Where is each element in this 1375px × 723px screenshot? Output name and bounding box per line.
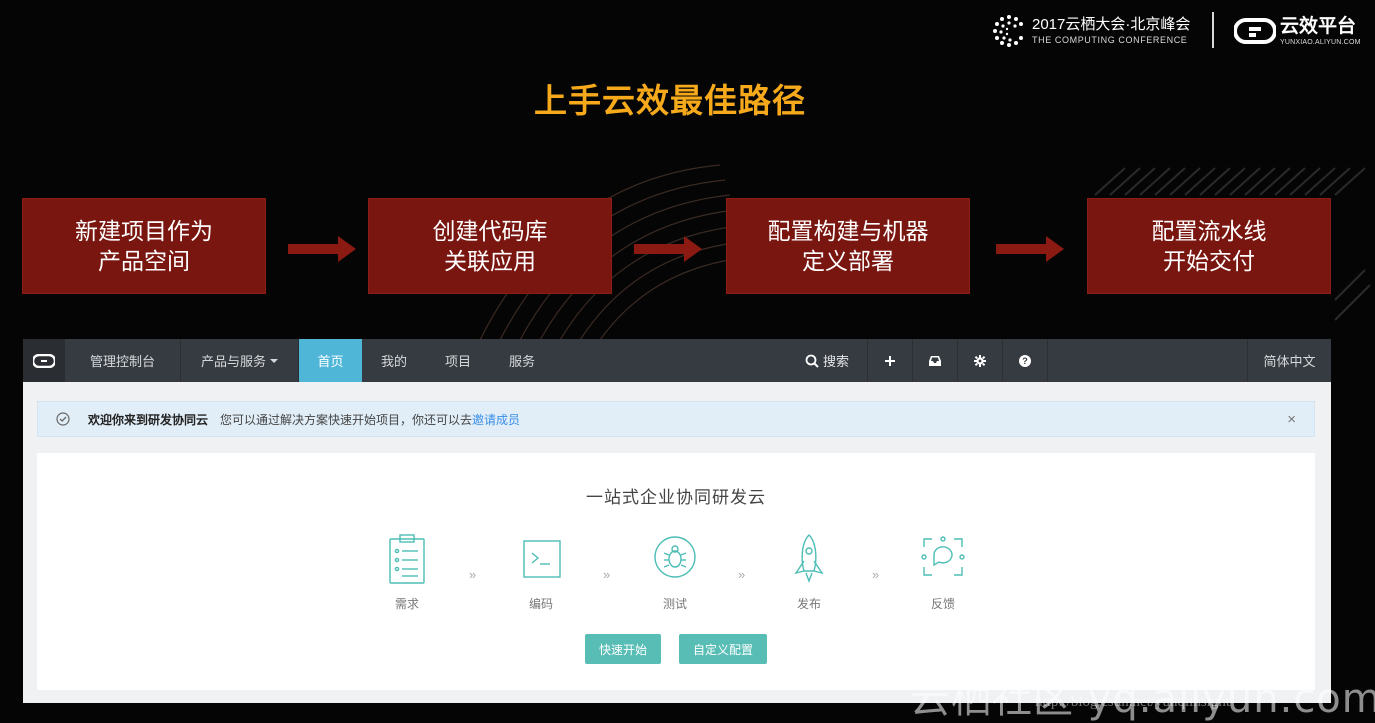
nav-products-dropdown[interactable]: 产品与服务 <box>181 339 299 382</box>
yunxiao-url: YUNXIAO.ALIYUN.COM <box>1280 38 1361 46</box>
yunxiao-brand: 云效平台 YUNXIAO.ALIYUN.COM <box>1234 14 1361 48</box>
language-switcher[interactable]: 简体中文 <box>1247 339 1331 382</box>
arrow-right-icon <box>634 236 702 262</box>
chevron-right-icon: » <box>603 567 610 582</box>
yunxiao-name: 云效平台 <box>1280 15 1357 37</box>
step-4-line1: 配置流水线 <box>1151 218 1267 244</box>
step-1-line2: 产品空间 <box>98 248 190 274</box>
tab-mine[interactable]: 我的 <box>362 339 426 382</box>
tab-home[interactable]: 首页 <box>299 339 362 382</box>
plus-icon[interactable] <box>868 339 913 382</box>
nav-gap <box>1048 339 1247 382</box>
flow-label-coding: 编码 <box>528 597 553 611</box>
search-label: 搜索 <box>822 354 849 369</box>
step-2-line2: 关联应用 <box>444 248 536 274</box>
brand-divider <box>1212 12 1214 48</box>
inbox-icon[interactable] <box>913 339 958 382</box>
yunxiao-app-window: 管理控制台 产品与服务 首页 我的 项目 服务 搜索 ? 简体中文 欢迎你来到研… <box>23 339 1331 703</box>
conference-logo-icon <box>993 15 1023 47</box>
workflow-steps: 需求 » 编码 » 测试 » 发布 » 反馈 <box>367 533 987 613</box>
tab-projects[interactable]: 项目 <box>426 339 490 382</box>
step-box-2: 创建代码库 关联应用 <box>368 198 612 294</box>
watermark-url: http://blog.csdn.net/yunqiinsight <box>1035 694 1230 710</box>
rocket-icon <box>794 534 824 583</box>
terminal-icon <box>523 540 561 578</box>
slide-title: 上手云效最佳路径 <box>534 82 806 119</box>
tab-services[interactable]: 服务 <box>490 339 554 382</box>
clipboard-icon <box>389 534 425 584</box>
conference-subtitle: THE COMPUTING CONFERENCE <box>1032 35 1188 45</box>
flow-label-release: 发布 <box>796 597 821 611</box>
step-2-line1: 创建代码库 <box>432 218 548 244</box>
gear-icon[interactable] <box>958 339 1003 382</box>
invite-members-link[interactable]: 邀请成员 <box>472 411 520 428</box>
step-1-line1: 新建项目作为 <box>75 218 213 244</box>
step-box-3: 配置构建与机器 定义部署 <box>726 198 970 294</box>
flow-step-release: 发布 <box>769 533 849 612</box>
caret-down-icon <box>270 358 278 363</box>
custom-config-button[interactable]: 自定义配置 <box>679 634 767 664</box>
chevron-right-icon: » <box>469 567 476 582</box>
step-3-line1: 配置构建与机器 <box>767 218 929 244</box>
conference-brand: 2017云栖大会·北京峰会 THE COMPUTING CONFERENCE <box>992 14 1190 48</box>
flow-label-feedback: 反馈 <box>930 597 955 611</box>
step-box-1: 新建项目作为 产品空间 <box>22 198 266 294</box>
conference-title: 2017云栖大会·北京峰会 <box>1032 16 1191 33</box>
flow-label-requirements: 需求 <box>394 597 419 611</box>
top-navigation-bar: 管理控制台 产品与服务 首页 我的 项目 服务 搜索 ? 简体中文 <box>23 339 1331 382</box>
search-icon <box>805 354 819 368</box>
yunxiao-logo-icon <box>1234 18 1276 44</box>
quick-start-button[interactable]: 快速开始 <box>585 634 661 664</box>
help-icon[interactable]: ? <box>1003 339 1048 382</box>
check-circle-icon <box>56 412 70 426</box>
intro-card: 一站式企业协同研发云 需求 » 编码 » 测试 » 发布 » 反馈 快速开始 自… <box>37 453 1315 690</box>
welcome-notice: 欢迎你来到研发协同云 您可以通过解决方案快速开始项目，你还可以去 邀请成员 × <box>37 401 1315 437</box>
flow-label-testing: 测试 <box>662 597 687 611</box>
svg-text:?: ? <box>1022 356 1028 366</box>
step-box-4: 配置流水线 开始交付 <box>1087 198 1331 294</box>
card-title: 一站式企业协同研发云 <box>586 488 766 507</box>
nav-products-label: 产品与服务 <box>200 354 266 369</box>
nav-console[interactable]: 管理控制台 <box>65 339 181 382</box>
step-3-line2: 定义部署 <box>802 248 894 274</box>
arrow-right-icon <box>288 236 356 262</box>
chevron-right-icon: » <box>872 567 879 582</box>
chevron-right-icon: » <box>738 567 745 582</box>
search-button[interactable]: 搜索 <box>787 339 868 382</box>
flow-step-requirements: 需求 <box>367 533 447 612</box>
flow-step-testing: 测试 <box>635 533 715 612</box>
aliyun-logo-icon[interactable] <box>23 339 65 382</box>
flow-step-feedback: 反馈 <box>903 533 983 612</box>
notice-title: 欢迎你来到研发协同云 <box>88 412 209 427</box>
arrow-right-icon <box>996 236 1064 262</box>
feedback-icon <box>921 536 965 576</box>
step-4-line2: 开始交付 <box>1163 248 1255 274</box>
flow-step-coding: 编码 <box>501 533 581 612</box>
bug-icon <box>654 536 696 578</box>
close-icon[interactable]: × <box>1287 411 1296 428</box>
notice-message: 您可以通过解决方案快速开始项目，你还可以去 <box>220 412 473 427</box>
